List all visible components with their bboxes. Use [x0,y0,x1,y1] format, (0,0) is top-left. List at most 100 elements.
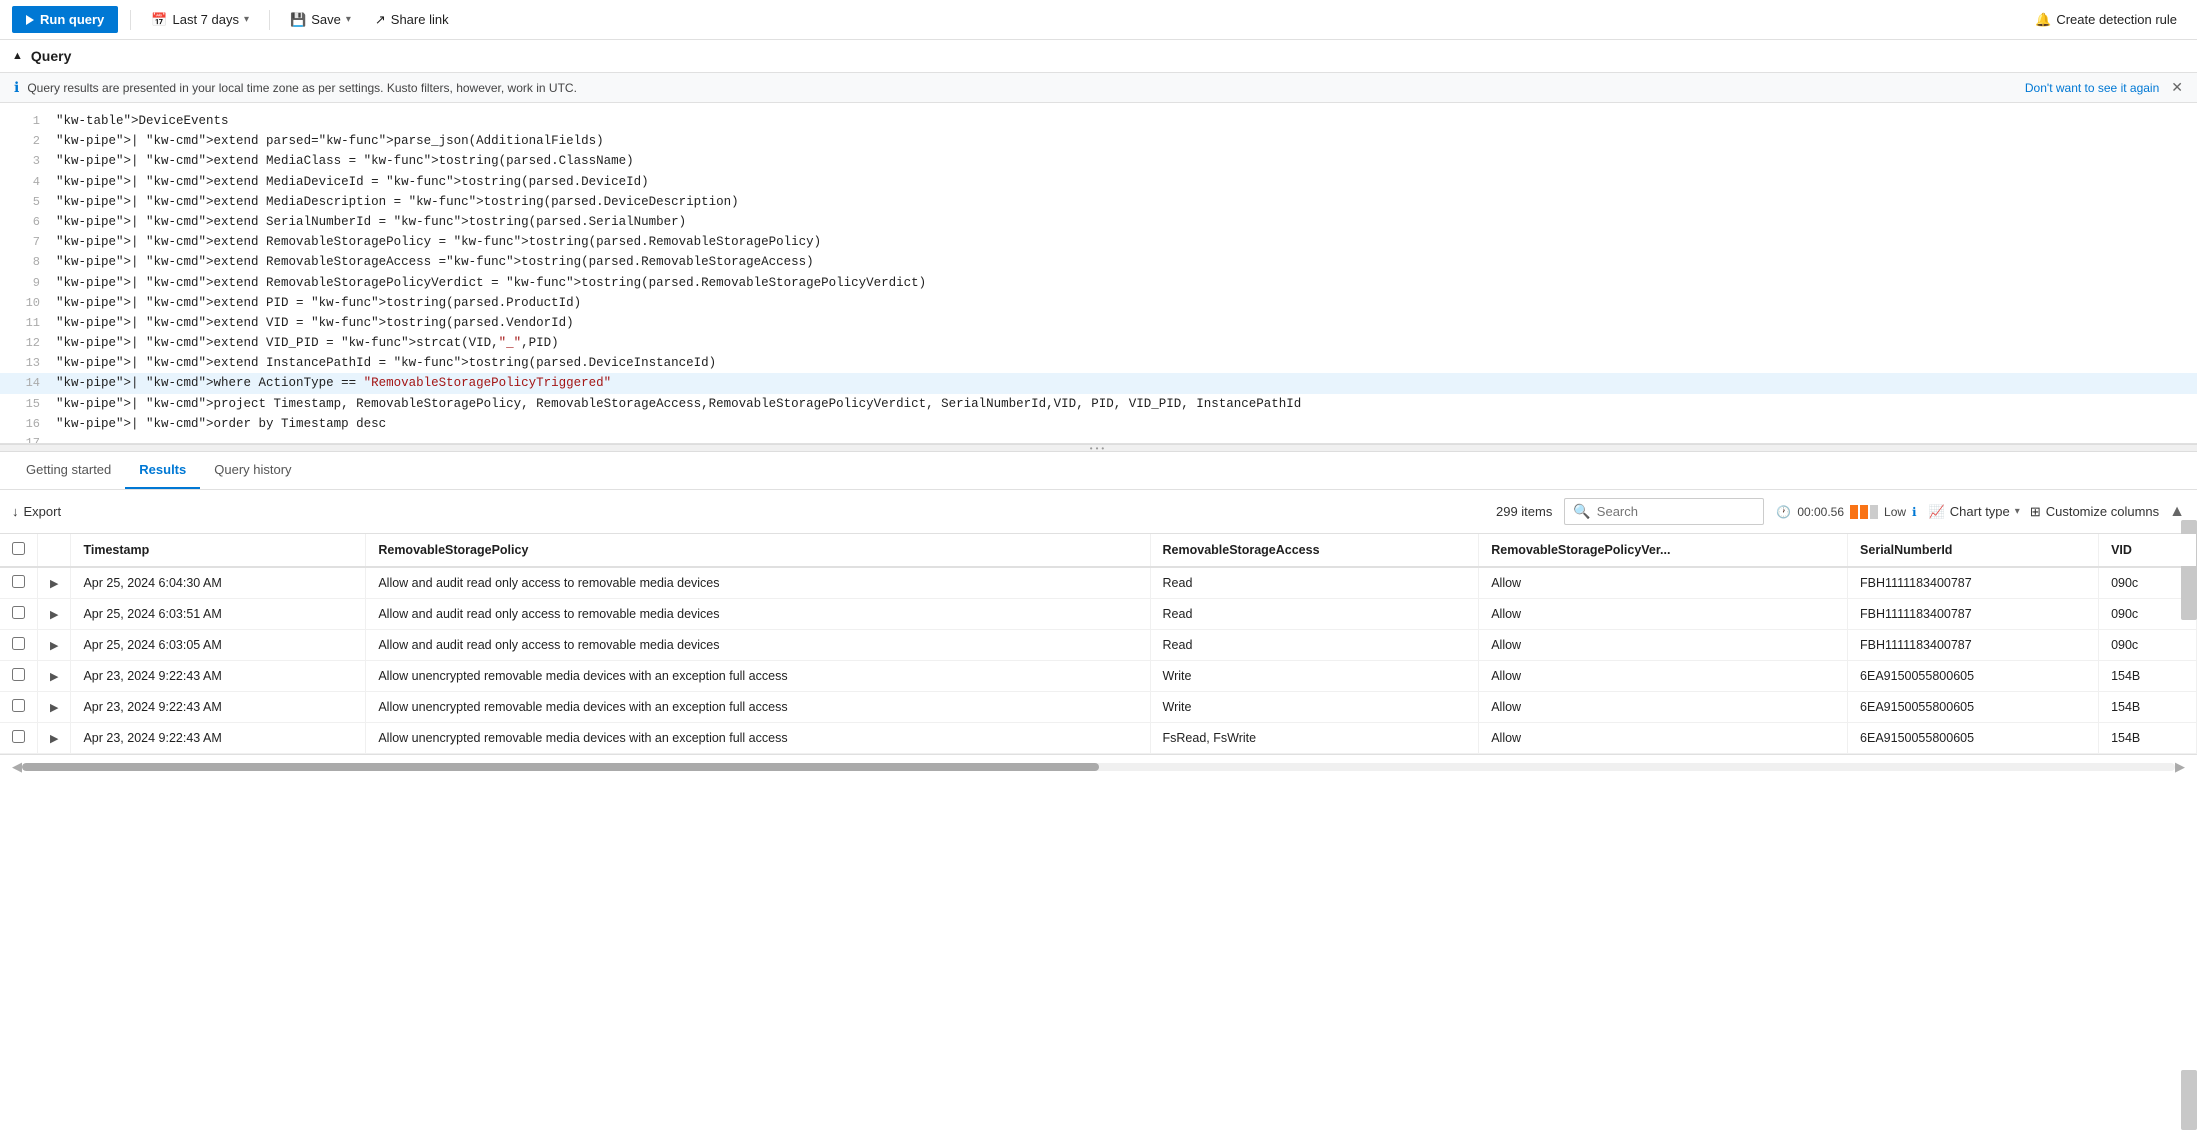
save-button[interactable]: 💾 Save ▾ [282,8,359,32]
row-checkbox-cell[interactable] [0,567,38,599]
row-checkbox[interactable] [12,668,25,681]
tab-results[interactable]: Results [125,452,200,489]
save-label: Save [311,12,341,27]
bottom-scrollbar[interactable] [2181,1070,2197,1130]
cell-policy: Allow and audit read only access to remo… [366,567,1150,599]
dont-show-button[interactable]: Don't want to see it again [2025,81,2159,95]
customize-columns-label: Customize columns [2046,504,2159,519]
time-range-button[interactable]: 📅 Last 7 days ▾ [143,8,257,32]
toolbar-separator-1 [130,10,131,30]
divider[interactable]: ••• [0,444,2197,452]
line-content: "kw-pipe">| "kw-cmd">extend RemovableSto… [56,232,821,252]
row-expand-cell[interactable]: ▶ [38,692,71,723]
code-line-13: 13"kw-pipe">| "kw-cmd">extend InstancePa… [0,353,2197,373]
cell-serial: 6EA9150055800605 [1848,692,2099,723]
line-content: "kw-pipe">| "kw-cmd">project Timestamp, … [56,394,1301,414]
header-serial[interactable]: SerialNumberId [1848,534,2099,567]
header-verdict[interactable]: RemovableStoragePolicyVer... [1479,534,1848,567]
row-checkbox-cell[interactable] [0,723,38,754]
code-line-4: 4"kw-pipe">| "kw-cmd">extend MediaDevice… [0,172,2197,192]
row-checkbox-cell[interactable] [0,630,38,661]
close-info-button[interactable]: ✕ [2171,79,2183,96]
horizontal-scrollbar[interactable] [22,763,2175,771]
select-all-checkbox[interactable] [12,542,25,555]
timing-info: 🕐 00:00.56 Low ℹ [1776,505,1916,519]
info-bar: ℹ Query results are presented in your lo… [0,72,2197,103]
search-input[interactable] [1597,504,1756,519]
create-detection-rule-button[interactable]: 🔔 Create detection rule [2027,8,2185,32]
row-checkbox[interactable] [12,575,25,588]
timing-bar-2 [1860,505,1868,519]
row-checkbox-cell[interactable] [0,599,38,630]
scroll-area[interactable]: ◀ ▶ [0,754,2197,779]
search-box[interactable]: 🔍 [1564,498,1764,525]
cell-serial: FBH1111183400787 [1848,630,2099,661]
row-expand-cell[interactable]: ▶ [38,599,71,630]
code-editor[interactable]: 1"kw-table">DeviceEvents2"kw-pipe">| "kw… [0,103,2197,443]
row-checkbox[interactable] [12,637,25,650]
cell-timestamp: Apr 23, 2024 9:22:43 AM [71,661,366,692]
row-expand-cell[interactable]: ▶ [38,661,71,692]
row-expand-button[interactable]: ▶ [50,670,58,683]
row-expand-button[interactable]: ▶ [50,701,58,714]
cell-access: Read [1150,630,1479,661]
line-number: 14 [10,374,40,393]
header-policy[interactable]: RemovableStoragePolicy [366,534,1150,567]
line-number: 4 [10,173,40,192]
run-query-button[interactable]: Run query [12,6,118,33]
row-checkbox-cell[interactable] [0,692,38,723]
line-content: "kw-pipe">| "kw-cmd">extend MediaDescrip… [56,192,739,212]
query-header[interactable]: ▲ Query [0,40,2197,72]
tab-query-history[interactable]: Query history [200,452,305,489]
table-row: ▶Apr 25, 2024 6:04:30 AMAllow and audit … [0,567,2197,599]
row-expand-cell[interactable]: ▶ [38,630,71,661]
header-checkbox-col[interactable] [0,534,38,567]
chart-type-button[interactable]: 📈 Chart type ▾ [1929,504,2020,520]
scroll-right-icon[interactable]: ▶ [2175,759,2185,775]
customize-columns-button[interactable]: ⊞ Customize columns [2030,504,2159,520]
line-content: "kw-pipe">| "kw-cmd">order by Timestamp … [56,414,386,434]
row-checkbox-cell[interactable] [0,661,38,692]
line-number: 16 [10,415,40,434]
cell-vid: 154B [2099,692,2197,723]
row-expand-button[interactable]: ▶ [50,639,58,652]
cell-verdict: Allow [1479,599,1848,630]
row-checkbox[interactable] [12,699,25,712]
chevron-down-icon: ▾ [244,14,249,25]
line-content: "kw-pipe">| "kw-cmd">extend MediaClass =… [56,151,634,171]
table-row: ▶Apr 23, 2024 9:22:43 AMAllow unencrypte… [0,723,2197,754]
cell-policy: Allow unencrypted removable media device… [366,692,1150,723]
header-access[interactable]: RemovableStorageAccess [1150,534,1479,567]
code-line-16: 16 "kw-pipe">| "kw-cmd">order by Timestam… [0,414,2197,434]
table-body: ▶Apr 25, 2024 6:04:30 AMAllow and audit … [0,567,2197,754]
cell-serial: FBH1111183400787 [1848,599,2099,630]
export-button[interactable]: ↓ Export [12,504,61,519]
tab-getting-started[interactable]: Getting started [12,452,125,489]
columns-icon: ⊞ [2030,504,2041,520]
header-vid[interactable]: VID [2099,534,2197,567]
export-icon: ↓ [12,504,19,519]
results-count: 299 items [1496,504,1552,519]
row-checkbox[interactable] [12,730,25,743]
query-section: ▲ Query ℹ Query results are presented in… [0,40,2197,444]
cell-vid: 090c [2099,630,2197,661]
row-checkbox[interactable] [12,606,25,619]
scroll-left-icon[interactable]: ◀ [12,759,22,775]
row-expand-cell[interactable]: ▶ [38,567,71,599]
cell-access: Read [1150,599,1479,630]
results-table-wrap[interactable]: Timestamp RemovableStoragePolicy Removab… [0,534,2197,754]
code-line-10: 10"kw-pipe">| "kw-cmd">extend PID = "kw-… [0,293,2197,313]
row-expand-button[interactable]: ▶ [50,608,58,621]
up-arrow-icon: ▲ [2169,503,2185,521]
line-number: 1 [10,112,40,131]
line-number: 17 [10,434,40,443]
line-content: "kw-pipe">| "kw-cmd">extend RemovableSto… [56,252,814,272]
row-expand-button[interactable]: ▶ [50,732,58,745]
row-expand-button[interactable]: ▶ [50,577,58,590]
info-message: Query results are presented in your loca… [27,81,577,95]
cell-policy: Allow and audit read only access to remo… [366,599,1150,630]
share-link-button[interactable]: ↗ Share link [367,8,457,32]
header-timestamp[interactable]: Timestamp [71,534,366,567]
results-toolbar: ↓ Export 299 items 🔍 🕐 00:00.56 Low ℹ 📈 … [0,490,2197,534]
row-expand-cell[interactable]: ▶ [38,723,71,754]
